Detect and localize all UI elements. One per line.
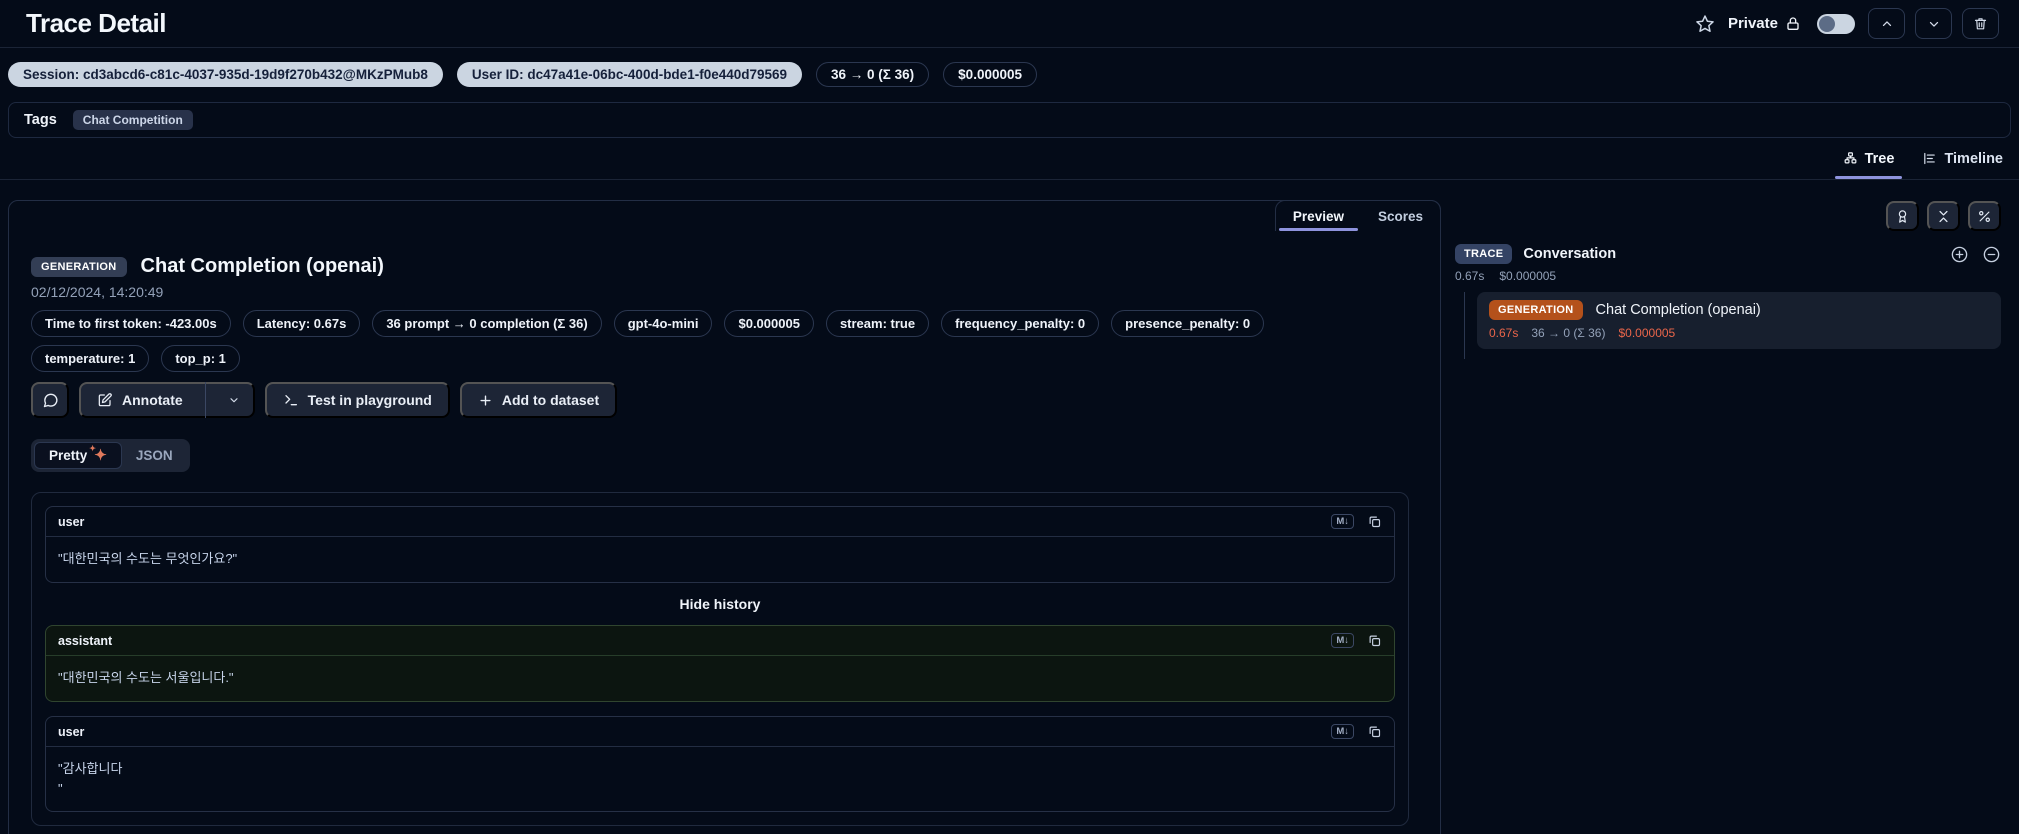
chevron-up-icon bbox=[1880, 17, 1894, 31]
privacy-toggle[interactable] bbox=[1817, 13, 1855, 34]
markdown-toggle-icon[interactable]: M↓ bbox=[1331, 633, 1354, 648]
node-tokens: 36 → 0 (Σ 36) bbox=[1531, 326, 1606, 340]
cost-badge: $0.000005 bbox=[943, 62, 1037, 87]
markdown-toggle-icon[interactable]: M↓ bbox=[1331, 514, 1354, 529]
copy-icon[interactable] bbox=[1367, 633, 1382, 648]
generation-type-badge: GENERATION bbox=[1489, 300, 1583, 320]
metric-pill: presence_penalty: 0 bbox=[1111, 310, 1265, 337]
markdown-toggle-icon[interactable]: M↓ bbox=[1331, 724, 1354, 739]
node-latency: 0.67s bbox=[1489, 326, 1519, 340]
observation-metrics: Time to first token: -423.00s Latency: 0… bbox=[31, 310, 1376, 372]
user-id-badge[interactable]: User ID: dc47a41e-06bc-400d-bde1-f0e440d… bbox=[456, 62, 803, 87]
annotate-dropdown-button[interactable] bbox=[215, 394, 253, 406]
observation-actions: Annotate Test in playground Add to datas… bbox=[31, 382, 1418, 418]
metric-pill: top_p: 1 bbox=[161, 345, 240, 372]
tab-timeline[interactable]: Timeline bbox=[1922, 138, 2003, 179]
trace-metrics: 0.67s $0.000005 bbox=[1455, 269, 2001, 283]
tag-chip[interactable]: Chat Competition bbox=[72, 110, 193, 130]
tags-label: Tags bbox=[24, 112, 57, 128]
expand-all-icon[interactable] bbox=[1950, 245, 1969, 264]
observation-type-badge: GENERATION bbox=[31, 256, 127, 277]
test-in-playground-button[interactable]: Test in playground bbox=[264, 382, 450, 418]
metric-pill: stream: true bbox=[825, 310, 930, 337]
message-role: user bbox=[58, 514, 85, 529]
session-badge[interactable]: Session: cd3abcd6-c81c-4037-935d-19d9f27… bbox=[8, 62, 443, 87]
copy-icon[interactable] bbox=[1367, 514, 1382, 529]
trace-meta-row: Session: cd3abcd6-c81c-4037-935d-19d9f27… bbox=[0, 48, 2019, 97]
metrics-percent-button[interactable] bbox=[1968, 201, 2001, 231]
trace-latency: 0.67s bbox=[1455, 269, 1485, 283]
timeline-icon bbox=[1922, 151, 1937, 166]
terminal-icon bbox=[283, 392, 299, 408]
collapse-icon[interactable] bbox=[1982, 245, 2001, 264]
award-icon bbox=[1895, 209, 1910, 224]
chat-bubble-icon bbox=[42, 392, 59, 409]
collapse-all-button[interactable] bbox=[1927, 201, 1960, 231]
metric-pill: frequency_penalty: 0 bbox=[941, 310, 1100, 337]
tab-preview[interactable]: Preview bbox=[1276, 201, 1361, 231]
annotate-button[interactable]: Annotate bbox=[79, 382, 255, 418]
message-assistant: assistant M↓ "대한민국의 수도는 서울입니다." bbox=[45, 625, 1395, 702]
trash-icon bbox=[1973, 16, 1988, 31]
chevron-down-icon bbox=[1927, 17, 1941, 31]
message-user-1: user M↓ "대한민국의 수도는 무엇인가요?" bbox=[45, 506, 1395, 583]
conversation-container: user M↓ "대한민국의 수도는 무엇인가요?" Hide history … bbox=[31, 492, 1409, 827]
prev-trace-button[interactable] bbox=[1868, 8, 1905, 39]
sparkles-icon: ✦ ✦ bbox=[89, 444, 107, 464]
tab-scores[interactable]: Scores bbox=[1361, 201, 1440, 231]
view-switcher: Tree Timeline bbox=[0, 138, 2019, 180]
plus-icon bbox=[478, 393, 493, 408]
next-trace-button[interactable] bbox=[1915, 8, 1952, 39]
trace-title: Conversation bbox=[1523, 246, 1617, 262]
generation-node-metrics: 0.67s 36 → 0 (Σ 36) $0.000005 bbox=[1489, 326, 1989, 340]
message-user-2: user M↓ "감사합니다 " bbox=[45, 716, 1395, 813]
add-to-dataset-button[interactable]: Add to dataset bbox=[459, 382, 618, 418]
annotate-icon bbox=[97, 392, 113, 408]
percent-icon bbox=[1977, 209, 1992, 224]
generation-node-title: Chat Completion (openai) bbox=[1595, 302, 1761, 318]
page-title: Trace Detail bbox=[26, 8, 166, 38]
metric-pill: $0.000005 bbox=[724, 310, 814, 337]
message-role: user bbox=[58, 724, 85, 739]
trace-root-node[interactable]: TRACE Conversation bbox=[1455, 244, 2001, 264]
format-pretty[interactable]: Pretty ✦ ✦ bbox=[34, 442, 122, 469]
lock-icon bbox=[1785, 16, 1801, 32]
metric-pill: gpt-4o-mini bbox=[613, 310, 713, 337]
fold-vertical-icon bbox=[1936, 209, 1951, 224]
metric-pill: Time to first token: -423.00s bbox=[31, 310, 231, 337]
preview-scores-tabs: Preview Scores bbox=[1274, 200, 1441, 231]
trace-tree-sidebar: TRACE Conversation 0.67s $0.000005 GENER… bbox=[1441, 200, 2019, 359]
trace-type-badge: TRACE bbox=[1455, 244, 1513, 264]
tree-toolbar bbox=[1455, 201, 2001, 231]
token-usage-badge: 36 → 0 (Σ 36) bbox=[816, 62, 930, 87]
trace-cost: $0.000005 bbox=[1499, 269, 1557, 283]
privacy-label: Private bbox=[1728, 15, 1801, 32]
metric-pill: Latency: 0.67s bbox=[242, 310, 361, 337]
node-cost: $0.000005 bbox=[1618, 326, 1676, 340]
format-toggle: Pretty ✦ ✦ JSON bbox=[31, 439, 190, 472]
message-content: "감사합니다 " bbox=[58, 761, 123, 797]
tab-tree[interactable]: Tree bbox=[1834, 138, 1903, 179]
copy-icon[interactable] bbox=[1367, 724, 1382, 739]
delete-trace-button[interactable] bbox=[1962, 8, 1999, 39]
tags-section: Tags Chat Competition bbox=[8, 102, 2011, 138]
format-json[interactable]: JSON bbox=[122, 443, 187, 468]
scores-award-button[interactable] bbox=[1886, 201, 1919, 231]
metric-pill: 36 prompt → 0 completion (Σ 36) bbox=[372, 310, 602, 337]
page-header: Trace Detail Private bbox=[0, 0, 2019, 48]
tree-icon bbox=[1843, 151, 1858, 166]
message-content: "대한민국의 수도는 서울입니다." bbox=[58, 670, 234, 685]
tree-connector-line bbox=[1464, 292, 1465, 359]
hide-history-button[interactable]: Hide history bbox=[45, 596, 1395, 612]
generation-node-selected[interactable]: GENERATION Chat Completion (openai) 0.67… bbox=[1477, 292, 2001, 349]
comments-button[interactable] bbox=[31, 382, 69, 418]
observation-timestamp: 02/12/2024, 14:20:49 bbox=[31, 284, 164, 300]
star-icon[interactable] bbox=[1695, 14, 1715, 34]
message-content: "대한민국의 수도는 무엇인가요?" bbox=[58, 551, 238, 566]
observation-title: Chat Completion (openai) bbox=[140, 255, 384, 277]
observation-preview-panel: Preview Scores GENERATION Chat Completio… bbox=[8, 200, 1441, 834]
divider bbox=[204, 382, 206, 418]
metric-pill: temperature: 1 bbox=[31, 345, 150, 372]
message-role: assistant bbox=[58, 633, 113, 648]
